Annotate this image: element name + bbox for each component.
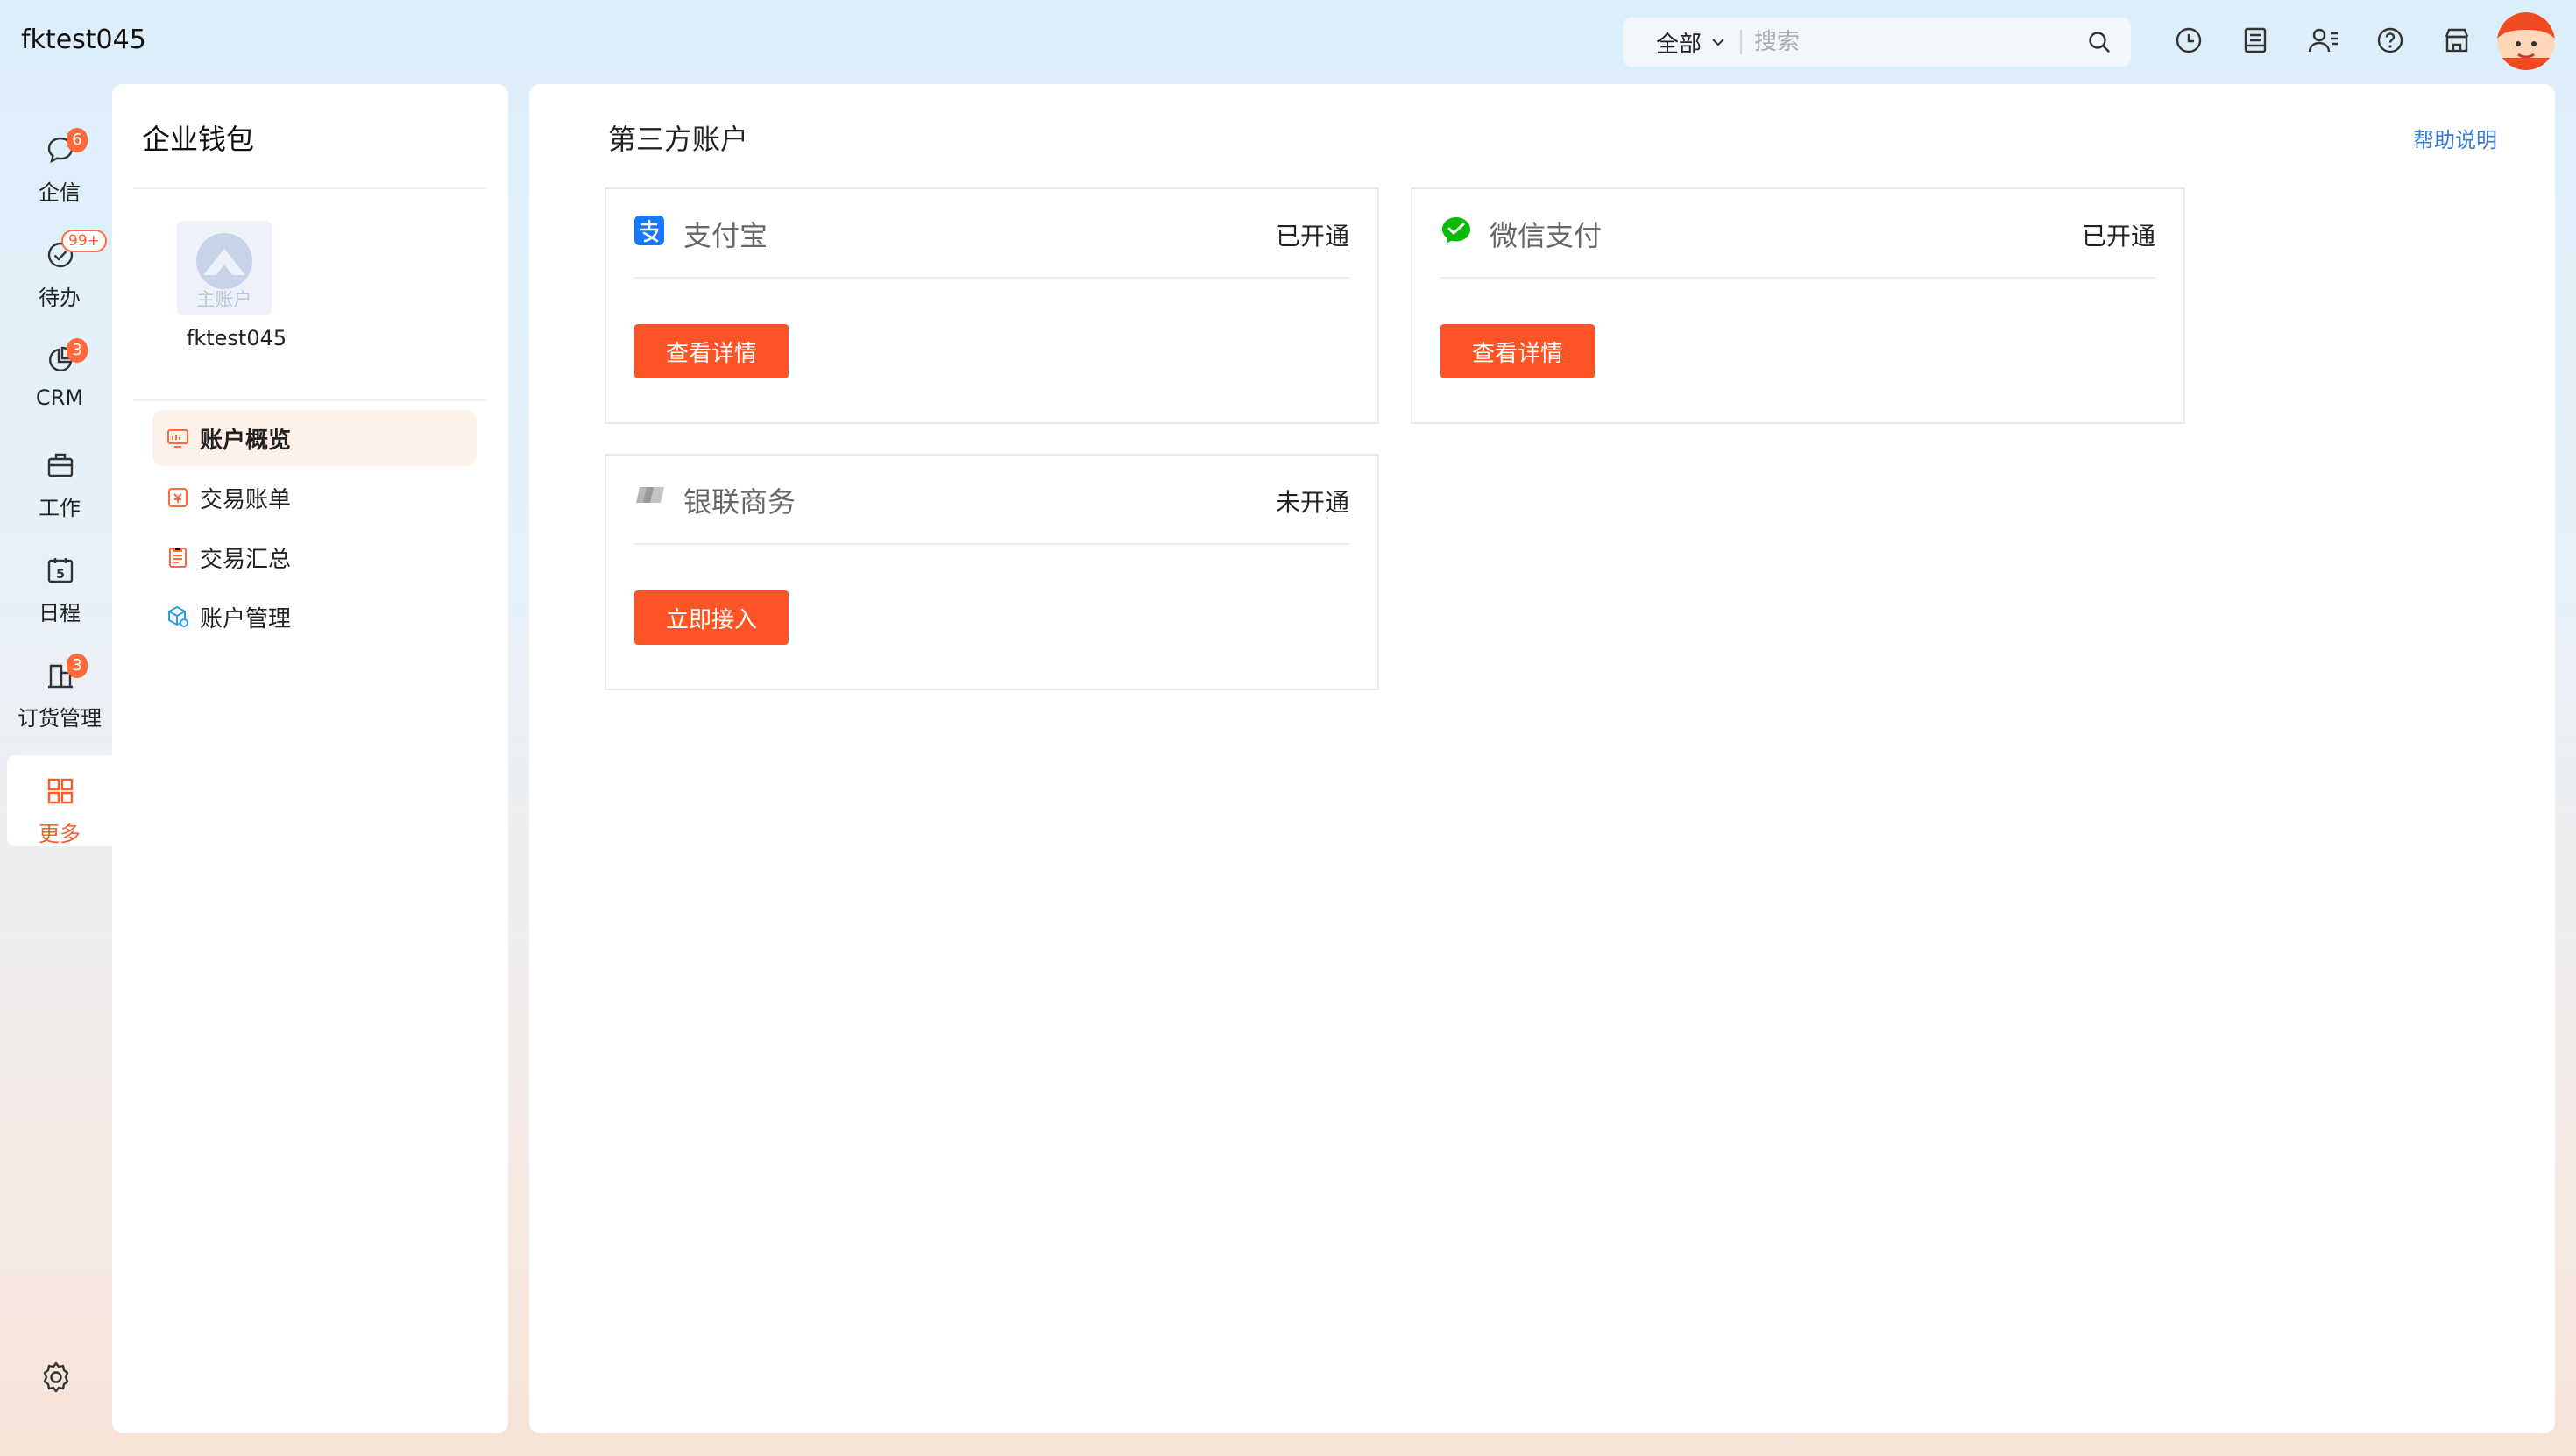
card-unionpay: 银联商务 未开通 立即接入	[605, 454, 1379, 690]
wallet-panel: 企业钱包 主账户 fktest045 账户概览 交易账单 交易汇总 账户管理	[112, 84, 508, 1433]
wallet-title: 企业钱包	[142, 123, 255, 156]
card-header: 支付宝 已开通	[634, 189, 1349, 279]
menu-label-transaction-bills: 交易账单	[200, 486, 292, 513]
help-icon[interactable]	[2376, 26, 2404, 54]
nav-item-crm[interactable]: 3 CRM	[7, 324, 112, 415]
card-name: 银联商务	[683, 485, 796, 519]
menu-transaction-summary[interactable]: 交易汇总	[152, 529, 477, 585]
card-header: 银联商务 未开通	[634, 456, 1349, 545]
document-icon[interactable]	[2241, 26, 2269, 54]
clock-icon[interactable]	[2175, 26, 2203, 54]
nav-label-todo: 待办	[39, 286, 81, 310]
menu-account-management[interactable]: 账户管理	[152, 589, 477, 645]
card-wechat-pay: 微信支付 已开通 查看详情	[1411, 187, 2185, 424]
account-logo-caption: 主账户	[196, 289, 252, 310]
nav-label-schedule: 日程	[39, 601, 81, 626]
card-alipay: 支付宝 已开通 查看详情	[605, 187, 1379, 424]
account-divider	[133, 399, 487, 401]
briefcase-icon	[47, 453, 74, 477]
wallet-title-divider	[133, 187, 487, 189]
nav-item-order-management[interactable]: 3 订货管理	[7, 640, 112, 731]
app-title: fktest045	[21, 25, 146, 55]
user-avatar[interactable]	[2497, 12, 2555, 70]
nav-badge-order-management: 3	[67, 654, 88, 678]
monitor-chart-icon	[167, 429, 188, 448]
contacts-icon[interactable]	[2308, 26, 2339, 54]
main-title: 第三方账户	[608, 123, 749, 156]
search-scope-dropdown[interactable]: 全部	[1656, 26, 1726, 59]
settings-gear-icon[interactable]	[39, 1360, 74, 1395]
nav-label-crm: CRM	[35, 385, 84, 410]
search-input[interactable]	[1752, 28, 2072, 56]
nav-badge-crm: 3	[67, 338, 88, 363]
card-name: 微信支付	[1490, 219, 1603, 252]
nav-badge-todo: 99+	[61, 230, 107, 252]
card-header: 微信支付 已开通	[1440, 189, 2155, 279]
calendar-icon: 5	[47, 558, 74, 583]
menu-label-account-management: 账户管理	[200, 605, 292, 633]
third-party-accounts-panel: 第三方账户 帮助说明 支付宝 已开通 查看详情 微信支付 已开通 查看详情 银联…	[529, 84, 2555, 1433]
search-divider	[1740, 30, 1743, 54]
unionpay-icon	[636, 487, 664, 503]
view-details-button[interactable]: 查看详情	[634, 324, 789, 378]
nav-item-work[interactable]: 工作	[7, 429, 112, 520]
menu-label-transaction-summary: 交易汇总	[200, 546, 292, 573]
nav-label-more: 更多	[39, 822, 81, 846]
card-status: 已开通	[1275, 222, 1349, 251]
card-status: 已开通	[2081, 222, 2155, 251]
nav-label-messages: 企信	[39, 180, 81, 205]
cube-gear-icon	[168, 605, 188, 627]
nav-item-more[interactable]: 更多	[7, 755, 112, 846]
help-link[interactable]: 帮助说明	[2413, 123, 2497, 153]
search-icon[interactable]	[2087, 30, 2112, 54]
card-name: 支付宝	[683, 219, 768, 252]
grid-icon	[47, 778, 74, 804]
calendar-day-number: 5	[56, 568, 65, 582]
wechat-pay-icon	[1442, 217, 1470, 244]
bill-icon	[168, 488, 188, 507]
chevron-down-icon	[1712, 39, 1724, 46]
nav-item-schedule[interactable]: 5 日程	[7, 534, 112, 626]
menu-transaction-bills[interactable]: 交易账单	[152, 470, 477, 526]
store-icon[interactable]	[2443, 26, 2471, 54]
menu-account-overview[interactable]: 账户概览	[152, 410, 477, 466]
view-details-button[interactable]: 查看详情	[1440, 324, 1595, 378]
menu-label-account-overview: 账户概览	[200, 427, 292, 454]
alipay-icon	[634, 216, 664, 245]
nav-label-order-management: 订货管理	[18, 706, 102, 731]
nav-label-work: 工作	[39, 496, 81, 520]
account-name: fktest045	[186, 326, 287, 350]
connect-now-button[interactable]: 立即接入	[634, 590, 789, 645]
nav-badge-messages: 6	[67, 128, 88, 152]
card-status: 未开通	[1275, 488, 1349, 517]
nav-item-todo[interactable]: 99+ 待办	[7, 219, 112, 310]
account-logo: 主账户	[177, 221, 272, 315]
nav-item-messages[interactable]: 6 企信	[7, 114, 112, 205]
global-search: 全部	[1623, 18, 2131, 67]
clipboard-icon	[169, 548, 187, 568]
search-scope-label: 全部	[1656, 31, 1702, 58]
